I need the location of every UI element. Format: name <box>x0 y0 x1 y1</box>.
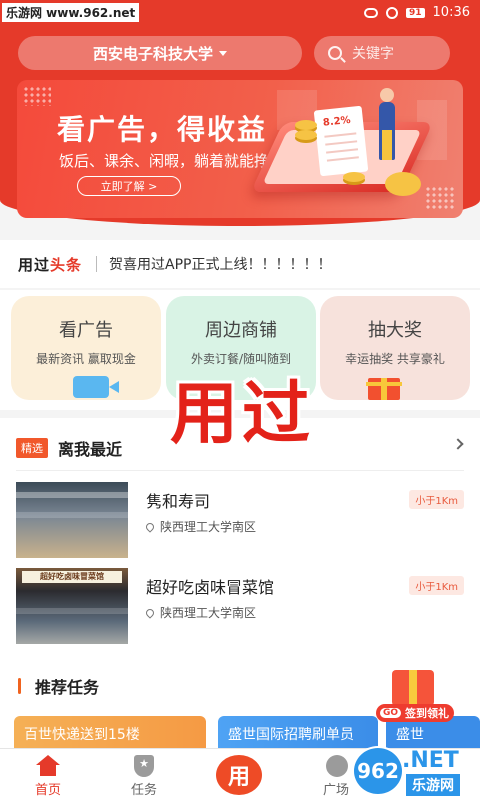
person-illustration <box>379 88 395 160</box>
divider <box>96 256 98 272</box>
task-card[interactable]: 百世快递送到15楼 <box>14 716 206 748</box>
promo-banner[interactable]: 看广告，得收益 饭后、课余、闲暇，躺着就能挣钱！ 立即了解 > 8.2% <box>17 80 463 218</box>
banner-title: 看广告，得收益 <box>57 113 268 146</box>
status-bar: 乐游网 www.962.net 91 10:36 <box>0 0 480 26</box>
distance-badge: 小于1Km <box>409 576 464 595</box>
card-lottery[interactable]: 抽大奖 幸运抽奖 共享豪礼 <box>320 296 470 400</box>
square-icon <box>326 755 348 777</box>
go-label: GO <box>380 708 402 718</box>
divider <box>16 470 464 471</box>
task-icon: ★ <box>134 755 154 777</box>
center-action-button[interactable]: 用 <box>216 755 262 795</box>
watermark-bottom: 962 .NET 乐游网 <box>352 744 476 798</box>
card-title: 周边商铺 <box>205 320 277 341</box>
eye-icon <box>364 7 378 18</box>
recommend-header: 推荐任务 <box>18 674 99 698</box>
featured-tag: 精选 <box>16 438 48 458</box>
coin-icon <box>295 130 317 140</box>
coin-icon <box>343 172 365 182</box>
status-time: 10:36 <box>432 5 470 20</box>
watermark-top: 乐游网 www.962.net <box>2 3 140 22</box>
piggy-bank-icon <box>385 172 421 196</box>
distance-badge: 小于1Km <box>409 490 464 509</box>
headline-logo: 用过头条 <box>18 255 83 274</box>
location-pin-icon <box>144 606 156 619</box>
receipt-illustration: 8.2% <box>313 105 369 177</box>
gift-box-icon <box>392 670 434 706</box>
camera-icon <box>73 376 119 398</box>
shop-name: 超好吃卤味冒菜馆 <box>146 578 275 597</box>
gift-icon <box>366 378 402 400</box>
nearby-header: 精选 离我最近 <box>16 436 122 460</box>
watermark-net: .NET <box>402 748 459 773</box>
section-title: 推荐任务 <box>35 678 100 697</box>
search-placeholder: 关键字 <box>352 46 394 62</box>
learn-more-button[interactable]: 立即了解 > <box>77 176 181 196</box>
watermark-logo: 962 <box>352 746 404 796</box>
shop-location: 陕西理工大学南区 <box>144 604 257 621</box>
search-input[interactable]: 关键字 <box>314 36 450 70</box>
caret-down-icon <box>219 50 227 56</box>
section-title: 离我最近 <box>58 440 123 459</box>
search-icon <box>328 46 342 60</box>
dots-decoration <box>23 86 51 106</box>
home-icon <box>36 755 60 776</box>
alarm-icon <box>386 6 398 19</box>
card-title: 抽大奖 <box>368 320 422 341</box>
shop-location: 陕西理工大学南区 <box>144 518 257 535</box>
card-subtitle: 最新资讯 赢取现金 <box>36 352 136 366</box>
tab-home[interactable]: 首页 <box>8 749 88 800</box>
tab-label: 首页 <box>34 783 61 798</box>
tab-label: 任务 <box>130 783 157 798</box>
shop-sign: 超好吃卤味冒菜馆 <box>22 571 122 583</box>
shop-thumbnail <box>16 482 128 558</box>
check-in-ribbon: GO 签到领礼 <box>376 704 454 722</box>
headline-text: 贺喜用过APP正式上线！！！！！！ <box>109 257 332 273</box>
card-subtitle: 幸运抽奖 共享豪礼 <box>345 352 445 366</box>
watermark-cn: 乐游网 <box>406 774 460 796</box>
school-selector[interactable]: 西安电子科技大学 <box>18 36 302 70</box>
location-text: 陕西理工大学南区 <box>160 606 257 620</box>
coin-icon <box>295 120 317 130</box>
shop-name: 隽和寿司 <box>146 492 211 511</box>
location-text: 陕西理工大学南区 <box>160 520 257 534</box>
tab-task[interactable]: ★ 任务 <box>104 749 184 800</box>
accent-bar <box>18 678 21 694</box>
check-in-badge[interactable]: GO 签到领礼 <box>370 666 458 738</box>
shop-item[interactable]: 超好吃卤味冒菜馆 超好吃卤味冒菜馆 陕西理工大学南区 小于1Km <box>0 568 480 646</box>
check-in-label: 签到领礼 <box>405 707 450 720</box>
school-name: 西安电子科技大学 <box>92 44 213 63</box>
shop-item[interactable]: 隽和寿司 陕西理工大学南区 小于1Km <box>0 482 480 560</box>
status-icons: 91 10:36 <box>364 5 470 20</box>
location-pin-icon <box>144 520 156 533</box>
dots-decoration <box>425 186 455 210</box>
card-ads[interactable]: 看广告 最新资讯 赢取现金 <box>11 296 161 400</box>
chevron-right-icon[interactable] <box>452 438 464 450</box>
card-title: 看广告 <box>59 320 113 341</box>
news-ticker[interactable]: 用过头条 贺喜用过APP正式上线！！！！！！ <box>0 240 480 288</box>
receipt-value: 8.2% <box>322 114 352 129</box>
overlay-watermark-text: 用过 <box>170 375 315 454</box>
shop-thumbnail: 超好吃卤味冒菜馆 <box>16 568 128 644</box>
battery-icon: 91 <box>406 7 425 18</box>
